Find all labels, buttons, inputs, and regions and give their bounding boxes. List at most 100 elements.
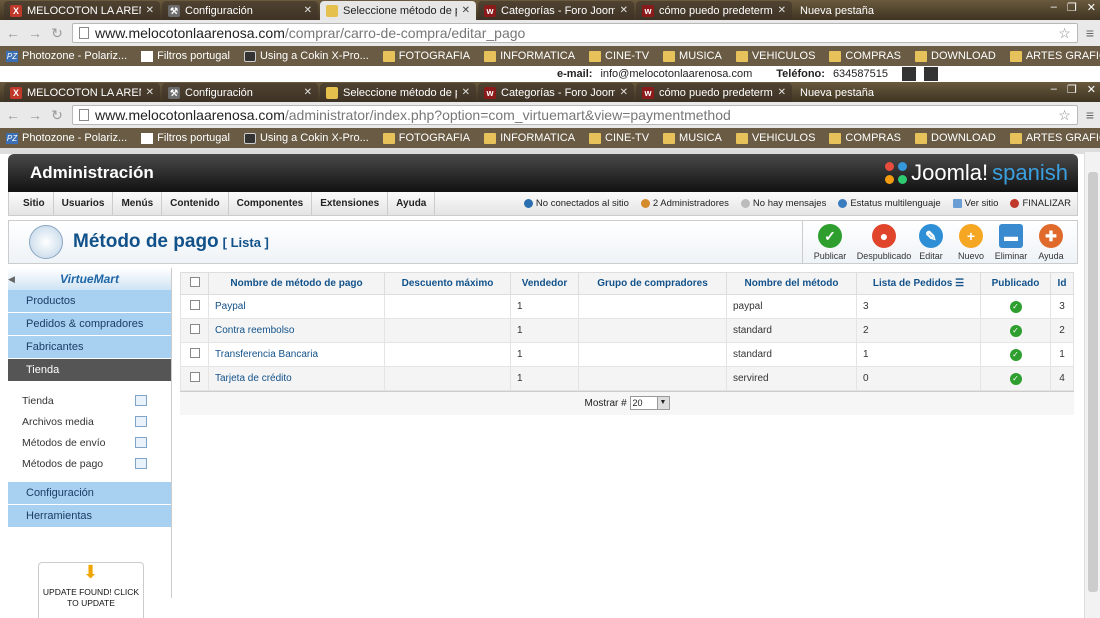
bookmark-item[interactable]: Filtros portugal [141,132,230,144]
bookmark-folder[interactable]: FOTOGRAFIA [382,50,470,62]
bookmark-folder[interactable]: VEHICULOS [735,50,815,62]
unpublish-button[interactable]: ● Despublicado [857,220,911,264]
close-window-icon[interactable]: ✕ [1087,1,1096,14]
menu-usuarios[interactable]: Usuarios [54,191,114,216]
close-icon[interactable]: ✕ [462,87,470,98]
reload-icon[interactable]: ↻ [50,25,64,42]
close-icon[interactable]: ✕ [146,87,154,98]
sidebar-item-payment[interactable]: Métodos de pago [8,453,171,474]
bookmark-item[interactable]: Using a Cokin X-Pro... [243,50,369,62]
scrollbar-thumb[interactable] [1088,172,1098,592]
close-icon[interactable]: ✕ [146,5,154,16]
sidebar-group-herramientas[interactable]: Herramientas [8,505,171,528]
browser-tab[interactable]: Seleccione método de pag ✕ [320,83,476,102]
col-group[interactable]: Grupo de compradores [578,272,727,295]
menu-ayuda[interactable]: Ayuda [388,191,436,216]
new-button[interactable]: + Nuevo [951,220,991,264]
sidebar-item-tienda[interactable]: Tienda [8,390,171,411]
method-link[interactable]: Tarjeta de crédito [215,373,292,384]
back-icon[interactable]: ← [6,25,20,41]
method-link[interactable]: Transferencia Bancaria [215,349,318,360]
published-check-icon[interactable]: ✓ [1009,372,1022,385]
bookmark-item[interactable]: Using a Cokin X-Pro... [243,132,369,144]
bookmark-folder[interactable]: COMPRAS [829,132,901,144]
menu-extensiones[interactable]: Extensiones [312,191,389,216]
close-window-icon[interactable]: ✕ [1087,83,1096,96]
browser-tab[interactable]: w Categorías - Foro Joomla! ✕ [478,83,634,102]
published-check-icon[interactable]: ✓ [1009,324,1022,337]
bookmark-folder[interactable]: ARTES GRAFICAS [1009,132,1100,144]
close-icon[interactable]: ✕ [462,5,470,16]
menu-icon[interactable]: ≡ [1086,107,1094,123]
forward-icon[interactable]: → [28,107,42,123]
forward-icon[interactable]: → [28,25,42,41]
delete-button[interactable]: ▬ Eliminar [991,220,1031,264]
browser-tab[interactable]: w Categorías - Foro Joomla! ✕ [478,1,634,20]
maximize-icon[interactable]: ❐ [1067,83,1077,96]
published-check-icon[interactable]: ✓ [1009,348,1022,361]
bookmark-item[interactable]: Filtros portugal [141,50,230,62]
method-link[interactable]: Contra reembolso [215,325,294,336]
status-multilanguage[interactable]: Estatus multilenguaje [838,198,941,209]
browser-tab[interactable]: X MELOCOTON LA ARENOS ✕ [4,1,160,20]
close-icon[interactable]: ✕ [304,87,312,98]
url-field[interactable]: www.melocotonlaarenosa.com/administrator… [72,105,1078,125]
edit-button[interactable]: ✎ Editar [911,220,951,264]
bookmark-folder[interactable]: COMPRAS [829,50,901,62]
browser-tab-active[interactable]: Seleccione método de pag ✕ [320,1,476,20]
close-icon[interactable]: ✕ [778,87,786,98]
new-tab[interactable]: Nueva pestaña [794,1,914,20]
row-checkbox[interactable] [189,348,200,358]
twitter-icon[interactable] [924,67,938,81]
bookmark-folder[interactable]: MUSICA [663,50,722,62]
bookmark-folder[interactable]: CINE-TV [589,50,649,62]
view-site-link[interactable]: Ver sitio [952,198,998,209]
maximize-icon[interactable]: ❐ [1067,1,1077,14]
col-discount[interactable]: Descuento máximo [384,272,511,295]
sidebar-group-configuracion[interactable]: Configuración [8,482,171,505]
status-messages[interactable]: No hay mensajes [740,198,826,209]
close-icon[interactable]: ✕ [778,5,786,16]
bookmark-folder[interactable]: FOTOGRAFIA [382,132,470,144]
col-name[interactable]: Nombre de método de pago [208,272,385,295]
browser-tab[interactable]: ⚒ Configuración ✕ [162,83,318,102]
close-icon[interactable]: ✕ [304,5,312,16]
close-icon[interactable]: ✕ [620,87,628,98]
bookmark-folder[interactable]: DOWNLOAD [915,50,996,62]
menu-icon[interactable]: ≡ [1086,25,1094,41]
menu-contenido[interactable]: Contenido [162,191,229,216]
back-icon[interactable]: ← [6,107,20,123]
published-check-icon[interactable]: ✓ [1009,300,1022,313]
page-size-select[interactable]: 20 ▼ [629,396,670,411]
bookmark-folder[interactable]: INFORMATICA [484,132,575,144]
col-vendor[interactable]: Vendedor [510,272,579,295]
reload-icon[interactable]: ↻ [50,107,64,124]
col-ordering[interactable]: Lista de Pedidos ☰ [856,272,981,295]
email-value[interactable]: info@melocotonlaarenosa.com [600,68,752,80]
bookmark-folder[interactable]: INFORMATICA [484,50,575,62]
logout-link[interactable]: FINALIZAR [1010,198,1071,209]
row-checkbox[interactable] [189,300,200,310]
menu-componentes[interactable]: Componentes [229,191,313,216]
sort-icon[interactable]: ☰ [955,278,964,289]
bookmark-folder[interactable]: ARTES GRAFICAS [1009,50,1100,62]
page-scrollbar[interactable] [1084,152,1100,618]
browser-tab[interactable]: X MELOCOTON LA ARENOS ✕ [4,83,160,102]
select-all-checkbox[interactable] [189,277,200,287]
menu-menus[interactable]: Menús [113,191,163,216]
col-id[interactable]: Id [1050,272,1074,295]
url-field[interactable]: www.melocotonlaarenosa.com/comprar/carro… [72,23,1078,43]
method-link[interactable]: Paypal [215,301,246,312]
help-button[interactable]: ✚ Ayuda [1031,220,1071,264]
minimize-icon[interactable]: – [1051,83,1057,96]
bookmark-folder[interactable]: MUSICA [663,132,722,144]
new-tab[interactable]: Nueva pestaña [794,83,914,102]
star-icon[interactable]: ☆ [1058,107,1071,124]
browser-tab[interactable]: w cómo puedo predetermin ✕ [636,1,792,20]
minimize-icon[interactable]: – [1051,1,1057,14]
bookmark-folder[interactable]: VEHICULOS [735,132,815,144]
col-method[interactable]: Nombre del método [726,272,857,295]
collapse-icon[interactable]: ◀ [8,274,15,285]
facebook-icon[interactable] [902,67,916,81]
sidebar-group-fabricantes[interactable]: Fabricantes [8,336,171,359]
